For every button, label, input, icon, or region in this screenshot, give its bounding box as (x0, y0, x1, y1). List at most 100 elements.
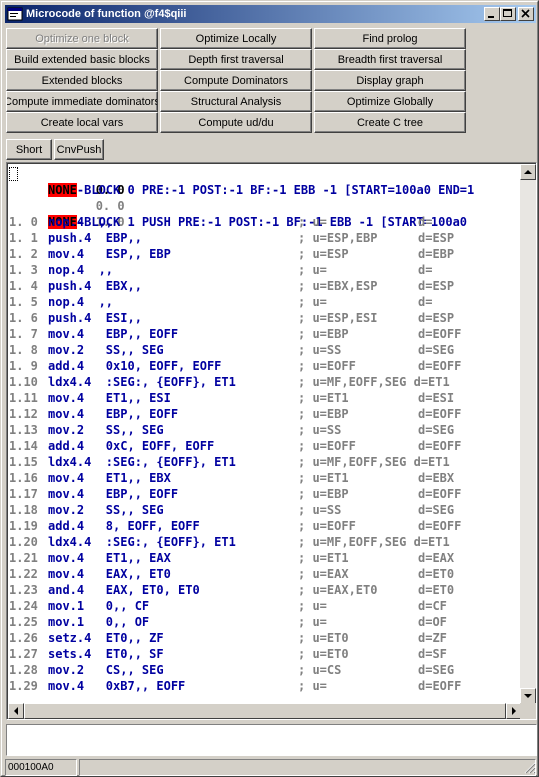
horizontal-scroll-thumb[interactable] (24, 703, 506, 719)
use-list: ; u=ET0 (298, 647, 349, 661)
use-list: ; u= (298, 215, 327, 229)
find-prolog-button[interactable]: Find prolog (314, 28, 466, 49)
code-line[interactable]: 1.20 ldx4.4 :SEG:, {EOFF}, ET1 ; u=MF,EOFF… (9, 534, 521, 550)
use-list: ; u=EBX,ESP (298, 279, 378, 293)
breadth-first-traversal-button[interactable]: Breadth first traversal (314, 49, 466, 70)
use-list: ; u=ESP,ESI (298, 311, 378, 325)
code-line[interactable]: 1.21 mov.4 ET1,, EAX ; u=ET1 d=EAX (9, 550, 521, 566)
instruction-text: mov.2 SS,, SEG (48, 423, 164, 437)
code-line[interactable]: 1.13 mov.2 SS,, SEG ; u=SS d=SEG (9, 422, 521, 438)
code-line[interactable]: 1. 5 nop.4 ,, ; u= d= (9, 294, 521, 310)
depth-first-traversal-button[interactable]: Depth first traversal (160, 49, 312, 70)
instruction-text: mov.4 0xB7,, EOFF (48, 679, 186, 693)
code-line[interactable]: 1.29 mov.4 0xB7,, EOFF ; u= d=EOFF (9, 678, 521, 694)
use-list: ; u=EAX,ET0 (298, 583, 378, 597)
code-line[interactable]: 1. 8 mov.2 SS,, SEG ; u=SS d=SEG (9, 342, 521, 358)
compute-immediate-dominators-button[interactable]: Compute immediate dominators (6, 91, 158, 112)
code-line[interactable]: 1.16 mov.4 ET1,, EBX ; u=ET1 d=EBX (9, 470, 521, 486)
instruction-text: nop.4 ,, (48, 215, 114, 229)
code-line[interactable]: 1. 3 nop.4 ,, ; u= d= (9, 262, 521, 278)
code-line[interactable]: 1.26 setz.4 ET0,, ZF ; u=ET0 d=ZF (9, 630, 521, 646)
code-line[interactable]: 1. 2 mov.4 ESP,, EBP ; u=ESP d=EBP (9, 246, 521, 262)
close-button[interactable] (518, 7, 534, 21)
use-list: ; u= (298, 679, 327, 693)
line-number: 1.17 (9, 487, 38, 501)
def-list: d=EOFF (418, 679, 462, 693)
code-line[interactable]: 1. 4 push.4 EBX,, ; u=EBX,ESP d=ESP (9, 278, 521, 294)
create-local-vars-button[interactable]: Create local vars (6, 112, 158, 133)
command-input[interactable] (6, 724, 537, 756)
code-line[interactable]: 1.27 sets.4 ET0,, SF ; u=ET0 d=SF (9, 646, 521, 662)
def-list: d=EBP (418, 247, 455, 261)
minimize-button[interactable] (484, 7, 500, 21)
optimize-globally-button[interactable]: Optimize Globally (314, 91, 466, 112)
compute-ud-du-button[interactable]: Compute ud/du (160, 112, 312, 133)
line-number: 1.25 (9, 615, 38, 629)
microcode-listing[interactable]: 0. 0 NONE-BLOCK 0 PRE:-1 POST:-1 BF:-1 EB… (6, 162, 537, 720)
arrow-up-icon (524, 170, 532, 174)
code-line[interactable]: 1.25 mov.1 0,, OF ; u= d=OF (9, 614, 521, 630)
scroll-down-button[interactable] (520, 688, 536, 704)
instruction-text: push.4 EBX,, (48, 279, 142, 293)
instruction-text: mov.2 SS,, SEG (48, 343, 164, 357)
maximize-button[interactable] (500, 7, 516, 21)
cnvpush-button[interactable]: CnvPush (54, 139, 104, 160)
title-bar[interactable]: Microcode of function @f4$qiii (5, 5, 536, 23)
code-line[interactable]: 1. 1 push.4 EBP,, ; u=ESP,EBP d=ESP (9, 230, 521, 246)
code-line[interactable]: 1. 9 add.4 0x10, EOFF, EOFF ; u=EOFF d=EOFF (9, 358, 521, 374)
code-line[interactable]: 1.17 mov.4 EBP,, EOFF ; u=EBP d=EOFF (9, 486, 521, 502)
use-list: ; u=ET1 (298, 391, 349, 405)
code-line[interactable]: 1.18 mov.2 SS,, SEG ; u=SS d=SEG (9, 502, 521, 518)
line-number: 1.27 (9, 647, 38, 661)
code-line[interactable]: 1.23 and.4 EAX, ET0, ET0 ; u=EAX,ET0 d=ET0 (9, 582, 521, 598)
resize-grip-icon[interactable] (524, 762, 536, 774)
code-line-header[interactable]: 0. 0 (9, 182, 521, 213)
instruction-text: add.4 0x10, EOFF, EOFF (48, 359, 222, 373)
code-line-header[interactable]: 1. 0 NONE-BLOCK 1 PUSH PRE:-1 POST:-1 BF:… (9, 198, 521, 229)
scroll-left-button[interactable] (8, 703, 24, 719)
code-line[interactable]: 1. 0 nop.4 ,, ; u= d= (9, 214, 521, 230)
code-line[interactable]: 1.19 add.4 8, EOFF, EOFF ; u=EOFF d=EOFF (9, 518, 521, 534)
code-line[interactable]: 1.22 mov.4 EAX,, ET0 ; u=EAX d=ET0 (9, 566, 521, 582)
code-line[interactable]: 1.24 mov.1 0,, CF ; u= d=CF (9, 598, 521, 614)
code-line[interactable]: 1. 6 push.4 ESI,, ; u=ESP,ESI d=ESP (9, 310, 521, 326)
code-line-header[interactable]: 0. 0 NONE-BLOCK 0 PRE:-1 POST:-1 BF:-1 EB… (9, 166, 521, 197)
instruction-text: push.4 EBP,, (48, 231, 142, 245)
line-number: 1. 5 (9, 295, 38, 309)
compute-dominators-button[interactable]: Compute Dominators (160, 70, 312, 91)
def-list: d=EBX (418, 471, 455, 485)
def-list: d=ET0 (418, 583, 455, 597)
code-line[interactable]: 1.15 ldx4.4 :SEG:, {EOFF}, ET1 ; u=MF,EOFF… (9, 454, 521, 470)
optimize-locally-button[interactable]: Optimize Locally (160, 28, 312, 49)
horizontal-scrollbar[interactable] (8, 703, 522, 719)
use-list: ; u=MF,EOFF,SEG d=ET1 (298, 455, 450, 469)
structural-analysis-button[interactable]: Structural Analysis (160, 91, 312, 112)
short-button[interactable]: Short (6, 139, 52, 160)
use-list: ; u=EOFF (298, 519, 356, 533)
extended-blocks-button[interactable]: Extended blocks (6, 70, 158, 91)
scroll-up-button[interactable] (520, 164, 536, 180)
instruction-text: and.4 EAX, ET0, ET0 (48, 583, 200, 597)
instruction-text: mov.4 ESP,, EBP (48, 247, 171, 261)
status-address: 000100A0 (5, 759, 77, 776)
build-extended-basic-blocks-button[interactable]: Build extended basic blocks (6, 49, 158, 70)
code-line[interactable]: 1.28 mov.2 CS,, SEG ; u=CS d=SEG (9, 662, 521, 678)
code-line[interactable]: 1. 7 mov.4 EBP,, EOFF ; u=EBP d=EOFF (9, 326, 521, 342)
code-line[interactable]: 1.14 add.4 0xC, EOFF, EOFF ; u=EOFF d=EOFF (9, 438, 521, 454)
maximize-icon (503, 9, 512, 17)
vertical-scrollbar[interactable] (520, 164, 536, 704)
line-number: 1.14 (9, 439, 38, 453)
line-number: 1.10 (9, 375, 38, 389)
create-c-tree-button[interactable]: Create C tree (314, 112, 466, 133)
code-line[interactable]: 1.10 ldx4.4 :SEG:, {EOFF}, ET1 ; u=MF,EOFF… (9, 374, 521, 390)
line-number: 1. 6 (9, 311, 38, 325)
use-list: ; u=MF,EOFF,SEG d=ET1 (298, 375, 450, 389)
line-number: 1. 8 (9, 343, 38, 357)
display-graph-button[interactable]: Display graph (314, 70, 466, 91)
code-line[interactable]: 1.12 mov.4 EBP,, EOFF ; u=EBP d=EOFF (9, 406, 521, 422)
line-number: 1.11 (9, 391, 38, 405)
optimize-one-block-button[interactable]: Optimize one block (6, 28, 158, 49)
code-line[interactable]: 1.11 mov.4 ET1,, ESI ; u=ET1 d=ESI (9, 390, 521, 406)
def-list: d=SEG (418, 663, 455, 677)
line-number: 1. 2 (9, 247, 38, 261)
